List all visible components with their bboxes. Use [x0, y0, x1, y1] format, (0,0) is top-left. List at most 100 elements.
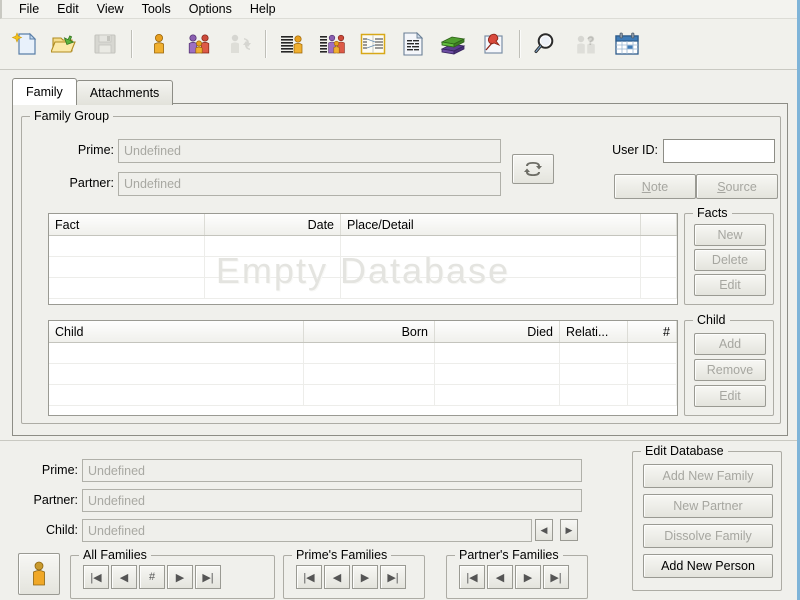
- bottom-child-field[interactable]: Undefined: [82, 519, 532, 542]
- facts-delete-button: Delete: [694, 249, 766, 271]
- primes-families-last-button[interactable]: ▶|: [380, 565, 406, 589]
- family-tab-panel: Family Group Prime: Undefined Partner: U…: [12, 103, 788, 436]
- tab-attachments[interactable]: Attachments: [75, 80, 174, 105]
- all-families-previous-button[interactable]: ◀: [111, 565, 137, 589]
- partners-families-last-button[interactable]: ▶|: [543, 565, 569, 589]
- menu-item-edit[interactable]: Edit: [48, 1, 88, 17]
- facts-col-extra[interactable]: [641, 214, 677, 235]
- person-figure-icon: [33, 561, 45, 586]
- all-families-next-button[interactable]: ▶: [167, 565, 193, 589]
- swap-prime-partner-button[interactable]: [512, 154, 554, 184]
- triangle-right-icon: ▶: [565, 524, 573, 535]
- children-grid[interactable]: Child Born Died Relati... #: [48, 320, 678, 416]
- children-grid-row[interactable]: [49, 343, 677, 364]
- toolbar-family-button[interactable]: [180, 24, 218, 64]
- toolbar-calendar-button[interactable]: [608, 24, 646, 64]
- all-families-goto-button[interactable]: #: [139, 565, 165, 589]
- facts-col-date[interactable]: Date: [205, 214, 341, 235]
- menu-item-view[interactable]: View: [88, 1, 133, 17]
- facts-grid-row[interactable]: [49, 278, 677, 299]
- open-folder-icon: [51, 35, 76, 53]
- family-group-icon: [188, 34, 210, 54]
- bottom-prime-label: Prime:: [41, 463, 78, 477]
- facts-col-place[interactable]: Place/Detail: [341, 214, 641, 235]
- menu-item-options[interactable]: Options: [180, 1, 241, 17]
- partners-families-next-button[interactable]: ▶: [515, 565, 541, 589]
- child-actions-group: Child Add Remove Edit: [684, 313, 774, 416]
- toolbar-books-button[interactable]: [434, 24, 472, 64]
- bottom-partner-label: Partner:: [33, 493, 78, 507]
- menu-item-file[interactable]: File: [10, 1, 48, 17]
- facts-actions-title: Facts: [693, 206, 732, 220]
- child-add-button: Add: [694, 333, 766, 355]
- source-button-label: Source: [717, 179, 757, 194]
- tab-family[interactable]: Family: [12, 78, 77, 105]
- children-col-relation[interactable]: Relati...: [560, 321, 628, 342]
- facts-grid-row[interactable]: [49, 236, 677, 257]
- calendar-icon: [615, 32, 639, 55]
- person-icon: [154, 34, 164, 54]
- partners-families-previous-button[interactable]: ◀: [487, 565, 513, 589]
- prime-label: Prime:: [77, 143, 114, 157]
- toolbar-unknown-people-button: ?: [568, 24, 606, 64]
- partner-field[interactable]: Undefined: [118, 172, 501, 196]
- user-id-input[interactable]: [663, 139, 775, 163]
- dissolve-family-button: Dissolve Family: [643, 524, 773, 548]
- children-col-child[interactable]: Child: [49, 321, 304, 342]
- children-col-born[interactable]: Born: [304, 321, 435, 342]
- children-col-died[interactable]: Died: [435, 321, 560, 342]
- user-id-label: User ID:: [612, 143, 658, 157]
- family-list-icon: [320, 34, 345, 54]
- primes-families-first-button[interactable]: |◀: [296, 565, 322, 589]
- toolbar-pedigree-button[interactable]: [354, 24, 392, 64]
- toolbar: ?: [0, 19, 797, 70]
- prime-field[interactable]: Undefined: [118, 139, 501, 163]
- svg-text:?: ?: [587, 34, 594, 48]
- note-button-label: Note: [641, 179, 669, 194]
- menu-item-tools[interactable]: Tools: [133, 1, 180, 17]
- bottom-partner-field[interactable]: Undefined: [82, 489, 582, 512]
- facts-grid-body[interactable]: Empty Database: [49, 236, 677, 304]
- facts-new-button: New: [694, 224, 766, 246]
- facts-grid-row[interactable]: [49, 257, 677, 278]
- facts-grid[interactable]: Fact Date Place/Detail Empty Database: [48, 213, 678, 305]
- unknown-people-icon: ?: [577, 34, 595, 54]
- partners-families-title: Partner's Families: [455, 548, 563, 562]
- children-grid-body[interactable]: [49, 343, 677, 415]
- person-picker-button[interactable]: [18, 553, 60, 595]
- menu-bar: File Edit View Tools Options Help: [0, 0, 797, 19]
- toolbar-open-button[interactable]: [46, 24, 84, 64]
- all-families-first-button[interactable]: |◀: [83, 565, 109, 589]
- toolbar-search-button[interactable]: [528, 24, 566, 64]
- children-grid-header: Child Born Died Relati... #: [49, 321, 677, 343]
- partners-families-first-button[interactable]: |◀: [459, 565, 485, 589]
- primes-families-previous-button[interactable]: ◀: [324, 565, 350, 589]
- children-col-number[interactable]: #: [628, 321, 677, 342]
- books-icon: [440, 36, 466, 55]
- toolbar-person-button[interactable]: [140, 24, 178, 64]
- toolbar-person-list-button[interactable]: [274, 24, 312, 64]
- facts-col-fact[interactable]: Fact: [49, 214, 205, 235]
- toolbar-separator-3: [519, 30, 521, 58]
- search-magnifier-icon: [534, 33, 554, 53]
- toolbar-separator-2: [265, 30, 267, 58]
- menu-item-help[interactable]: Help: [241, 1, 285, 17]
- bottom-prime-field[interactable]: Undefined: [82, 459, 582, 482]
- child-previous-button[interactable]: ◀: [535, 519, 553, 541]
- add-new-person-button[interactable]: Add New Person: [643, 554, 773, 578]
- note-button: Note: [614, 174, 696, 199]
- primes-families-next-button[interactable]: ▶: [352, 565, 378, 589]
- facts-actions-group: Facts New Delete Edit: [684, 206, 774, 305]
- children-grid-row[interactable]: [49, 385, 677, 406]
- toolbar-pin-note-button[interactable]: [474, 24, 512, 64]
- children-grid-row[interactable]: [49, 364, 677, 385]
- toolbar-person-swap-button: [220, 24, 258, 64]
- navigation-panel: Prime: Undefined Partner: Undefined Chil…: [0, 440, 797, 600]
- child-next-button[interactable]: ▶: [560, 519, 578, 541]
- facts-edit-button: Edit: [694, 274, 766, 296]
- all-families-last-button[interactable]: ▶|: [195, 565, 221, 589]
- toolbar-report-button[interactable]: [394, 24, 432, 64]
- toolbar-family-list-button[interactable]: [314, 24, 352, 64]
- child-actions-title: Child: [693, 313, 730, 327]
- toolbar-new-document-button[interactable]: [6, 24, 44, 64]
